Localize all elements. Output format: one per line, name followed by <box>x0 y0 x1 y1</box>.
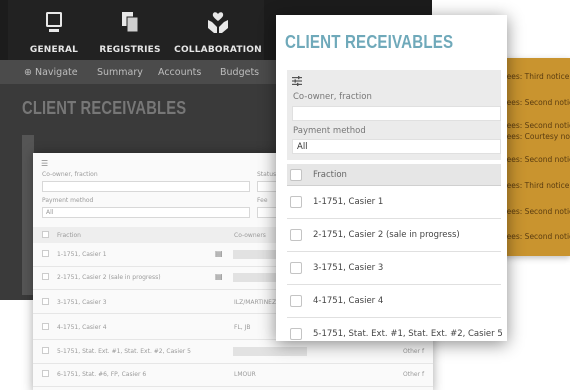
payment-method-label: Payment method <box>293 126 366 136</box>
row-fraction: 3-1751, Casier 3 <box>313 263 384 273</box>
faded-label-fee: Fee <box>257 197 268 204</box>
faded-col-fraction: Fraction <box>57 232 81 239</box>
faded-label-status: Status <box>257 171 277 178</box>
table-row[interactable]: 3-1751, Casier 3 <box>287 252 501 285</box>
notice-item: fees: Second notice <box>504 232 570 241</box>
row-checkbox[interactable] <box>290 229 302 241</box>
page-title: CLIENT RECEIVABLES <box>285 32 454 52</box>
row-divider <box>33 363 433 364</box>
faded-col-coowners: Co-owners <box>234 232 266 239</box>
row-fraction: 1-1751, Casier 1 <box>313 197 384 207</box>
notice-item: fees: Third notice <box>504 72 570 81</box>
notice-item: fees: Second notice <box>504 155 570 164</box>
faded-row-checkbox[interactable] <box>42 273 49 280</box>
column-fraction: Fraction <box>313 170 347 180</box>
table-header: Fraction <box>287 164 501 186</box>
notice-item: fees: Second notice <box>504 207 570 216</box>
sliders-icon[interactable] <box>292 76 302 86</box>
notice-item: fees: Third notice <box>504 181 570 190</box>
row-checkbox[interactable] <box>290 328 302 340</box>
payment-method-select[interactable]: All <box>292 139 501 154</box>
row-fraction: 2-1751, Casier 2 (sale in progress) <box>313 230 460 240</box>
faded-payment-select[interactable]: All <box>42 207 250 218</box>
row-divider <box>33 386 433 387</box>
faded-row-print-icon[interactable]: ▤ <box>215 249 223 258</box>
nav-registries-label: REGISTRIES <box>99 45 161 55</box>
faded-row-checkbox[interactable] <box>42 370 49 377</box>
subnav-summary[interactable]: Summary <box>97 67 143 78</box>
table-row[interactable]: 4-1751, Casier 4 <box>287 285 501 318</box>
notice-item: fees: Courtesy no <box>504 132 570 141</box>
faded-filter-icon: ☰ <box>41 159 49 168</box>
documents-icon <box>122 12 139 33</box>
row-checkbox[interactable] <box>290 295 302 307</box>
faded-row-fraction: 3-1751, Casier 3 <box>57 299 107 306</box>
notice-item: fees: Second notice <box>504 121 570 130</box>
faded-row-coowner-bar <box>233 347 307 356</box>
faded-row-fraction: 2-1751, Casier 2 (sale in progress) <box>57 274 161 281</box>
row-checkbox[interactable] <box>290 262 302 274</box>
faded-label-coowner: Co-owner, fraction <box>42 171 98 178</box>
faded-row-fraction: 1-1751, Casier 1 <box>57 251 107 258</box>
faded-row-coowner-bar <box>233 273 278 282</box>
faded-row-coowner: ILZ/MARTINEZ <box>234 299 277 306</box>
faded-coowner-input[interactable] <box>42 181 250 192</box>
subnav-accounts[interactable]: Accounts <box>158 67 201 78</box>
select-all-checkbox[interactable] <box>290 169 302 181</box>
notice-item: fees: Second notice <box>504 98 570 107</box>
faded-row-fraction: 4-1751, Casier 4 <box>57 324 107 331</box>
composite-screen: GENERAL REGISTRIES COLLABORATION ⊕ Navig… <box>0 0 570 390</box>
faded-row-extra: Other f <box>403 348 425 355</box>
faded-row-coowner-bar <box>233 250 278 259</box>
table-row[interactable]: 1-1751, Casier 1 <box>287 186 501 219</box>
nav-registries[interactable]: REGISTRIES <box>86 0 174 60</box>
table-row[interactable]: 2-1751, Casier 2 (sale in progress) <box>287 219 501 252</box>
faded-row-coowner: LMOUR <box>234 371 256 378</box>
subnav-navigate[interactable]: ⊕ Navigate <box>24 67 78 78</box>
faded-row-coowner: FL, JB <box>234 324 251 331</box>
faded-row-checkbox[interactable] <box>42 323 49 330</box>
row-fraction: 5-1751, Stat. Ext. #1, Stat. Ext. #2, Ca… <box>313 329 503 339</box>
faded-row-fraction: 6-1751, Stat. #6, FP, Casier 6 <box>57 371 147 378</box>
background-page-title: CLIENT RECEIVABLES <box>22 98 187 118</box>
faded-select-value: All <box>46 209 54 216</box>
faded-label-payment: Payment method <box>42 197 94 204</box>
faded-row-checkbox[interactable] <box>42 298 49 305</box>
faded-row-checkbox[interactable] <box>42 347 49 354</box>
faded-row-extra: Other f <box>403 371 425 378</box>
faded-row-print-icon[interactable]: ▤ <box>215 272 223 281</box>
filter-box: Co-owner, fraction Payment method All <box>287 70 501 160</box>
row-fraction: 4-1751, Casier 4 <box>313 296 384 306</box>
row-checkbox[interactable] <box>290 196 302 208</box>
subnav-budgets[interactable]: Budgets <box>220 67 259 78</box>
faded-row-checkbox[interactable] <box>42 250 49 257</box>
client-receivables-panel: CLIENT RECEIVABLES Co-owner, fraction Pa… <box>276 15 507 341</box>
nav-collaboration[interactable]: COLLABORATION <box>172 0 264 60</box>
faded-row-fraction: 5-1751, Stat. Ext. #1, Stat. Ext. #2, Ca… <box>57 348 191 355</box>
coowner-label: Co-owner, fraction <box>293 92 372 102</box>
table-row[interactable]: 5-1751, Stat. Ext. #1, Stat. Ext. #2, Ca… <box>287 318 503 341</box>
nav-collaboration-label: COLLABORATION <box>174 45 262 55</box>
hands-heart-icon <box>208 12 228 33</box>
monitor-icon <box>46 12 62 32</box>
notices-panel: fees: Third notice fees: Second notice f… <box>500 58 570 256</box>
coowner-input[interactable] <box>292 106 501 121</box>
faded-select-all-checkbox[interactable] <box>42 231 49 238</box>
